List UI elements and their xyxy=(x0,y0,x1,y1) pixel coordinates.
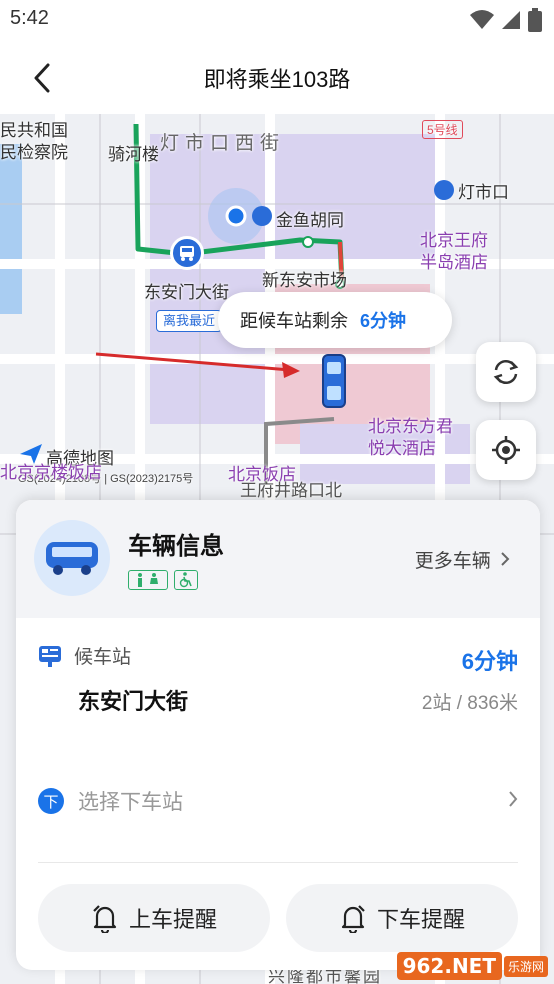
distance-bubble: 距候车站剩余 6分钟 xyxy=(218,292,452,348)
select-alight-stop[interactable]: 下 选择下车站 xyxy=(38,786,518,816)
vehicle-info-header: 车辆信息 更多车辆 xyxy=(16,500,540,618)
bell-icon xyxy=(93,905,117,933)
status-time: 5:42 xyxy=(10,7,49,29)
map-label: 北京京楼饭店 xyxy=(0,463,102,482)
refresh-icon xyxy=(493,360,519,384)
map-label: 北京王府 半岛酒店 xyxy=(420,231,488,272)
divider xyxy=(38,862,518,863)
chevron-right-icon xyxy=(509,791,518,807)
alight-placeholder: 选择下车站 xyxy=(78,791,183,814)
board-reminder-button[interactable]: 上车提醒 xyxy=(38,884,270,952)
card-title: 车辆信息 xyxy=(128,533,224,560)
map-label: 北京东方君 悦大酒店 xyxy=(368,417,453,458)
waiting-stop-name: 东安门大街 xyxy=(78,689,189,714)
map-label: 民共和国 民检察院 xyxy=(0,121,68,162)
refresh-button[interactable] xyxy=(476,342,536,402)
accessible-icon xyxy=(174,570,198,590)
battery-icon xyxy=(528,8,542,32)
bubble-minutes: 6分钟 xyxy=(360,311,407,331)
bus-stop-marker-icon[interactable] xyxy=(170,236,204,270)
eta-value: 6分钟 xyxy=(461,649,518,674)
alight-reminder-label: 下车提醒 xyxy=(376,907,465,932)
title-bar: 即将乘坐103路 xyxy=(0,40,554,114)
subway-icon xyxy=(252,206,272,226)
signal-icon xyxy=(502,11,520,29)
map-label: 新东安市场 xyxy=(262,271,347,290)
restroom-icon xyxy=(128,570,168,590)
map-label: 金鱼胡同 xyxy=(276,211,344,230)
watermark-brand: 962.NET xyxy=(396,952,502,980)
alight-reminder-button[interactable]: 下车提醒 xyxy=(286,884,518,952)
status-icons xyxy=(470,8,542,32)
more-vehicles-label: 更多车辆 xyxy=(414,551,491,572)
map-label: 东安门大街 xyxy=(144,283,229,302)
bus-stop-sign-icon xyxy=(39,645,61,667)
more-vehicles-link[interactable]: 更多车辆 xyxy=(415,546,510,573)
bus-avatar xyxy=(34,520,110,596)
alight-badge: 下 xyxy=(38,788,64,814)
bubble-text: 距候车站剩余 xyxy=(240,311,348,331)
chevron-right-icon xyxy=(501,552,510,566)
map-label: 灯市口 xyxy=(458,183,509,202)
watermark-logo: 962.NET 乐游网 xyxy=(396,952,548,980)
map-label: 王府井路口北 xyxy=(240,481,342,500)
crosshair-icon xyxy=(492,436,520,464)
amenity-badges xyxy=(128,570,198,590)
distance-value: 2站 / 836米 xyxy=(421,693,518,714)
gaode-logo-icon xyxy=(20,444,42,464)
vehicle-info-card: 车辆信息 更多车辆 候车站 东安门大街 6分钟 2站 / 836米 下 选择下车… xyxy=(16,500,540,970)
bus-icon xyxy=(46,542,98,575)
status-bar: 5:42 xyxy=(0,0,554,40)
bell-icon xyxy=(341,905,365,933)
watermark-sub: 乐游网 xyxy=(503,955,548,977)
nearest-stop-tag: 离我最近 xyxy=(156,310,223,332)
waiting-stop-label: 候车站 xyxy=(74,647,132,668)
wifi-icon xyxy=(470,10,494,29)
waiting-stop-row: 候车站 xyxy=(38,642,131,669)
page-title: 即将乘坐103路 xyxy=(203,67,351,92)
map-label: 灯市口西街 xyxy=(160,133,286,154)
map-label: 5号线 xyxy=(422,120,463,139)
subway-icon xyxy=(434,180,454,200)
bus-vehicle-icon[interactable] xyxy=(322,354,346,408)
locate-button[interactable] xyxy=(476,420,536,480)
board-reminder-label: 上车提醒 xyxy=(128,907,217,932)
map-label: 骑河楼 xyxy=(108,145,159,164)
alight-badge-text: 下 xyxy=(43,793,59,811)
